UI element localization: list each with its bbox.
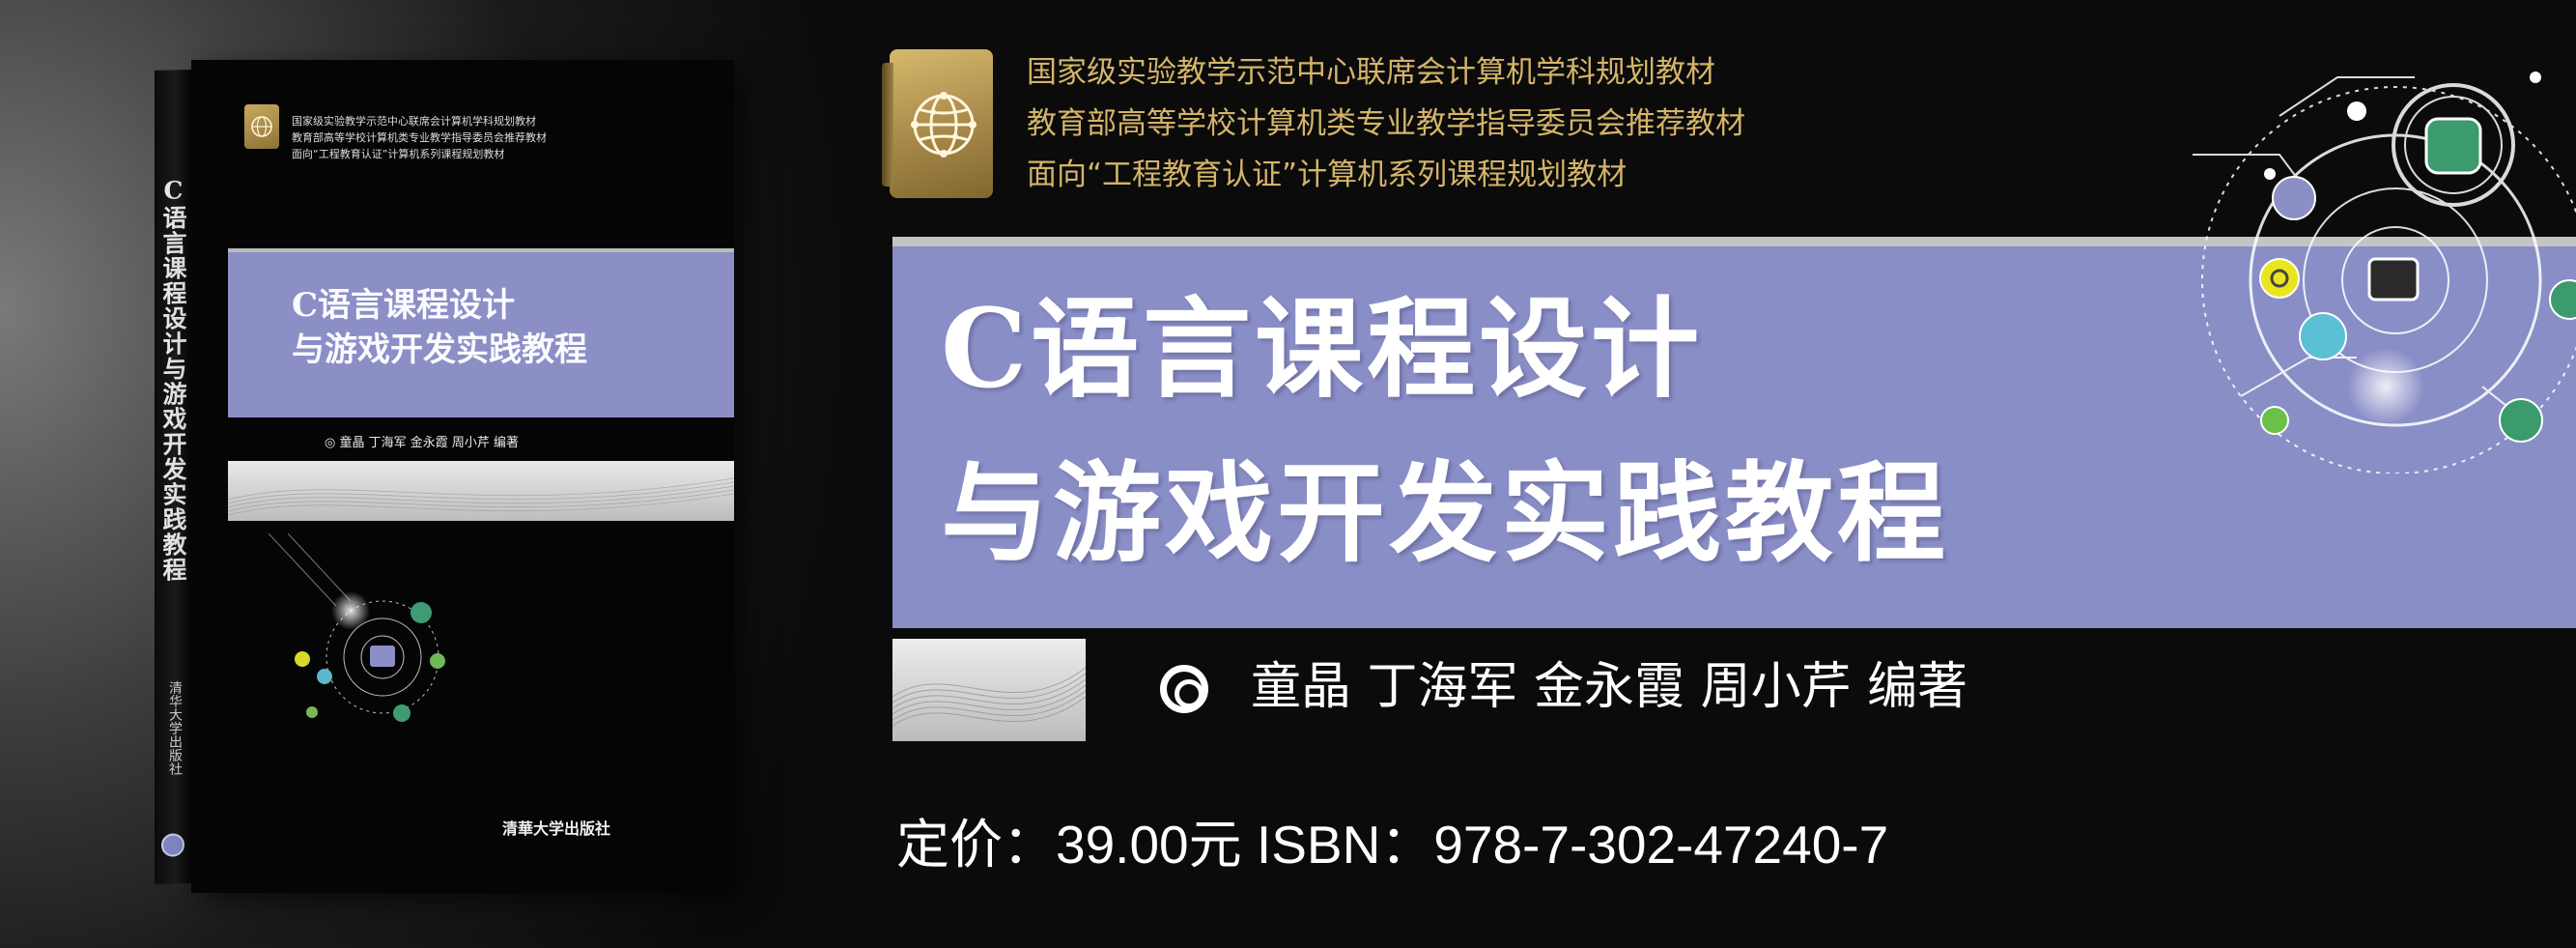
target-icon [1160, 665, 1208, 713]
cover-publisher: 清華大学出版社 [502, 819, 611, 838]
wave-pattern [892, 639, 1086, 741]
cover-network-graphic [268, 532, 520, 746]
series-line-2: 教育部高等学校计算机类专业教学指导委员会推荐教材 [1027, 106, 1745, 141]
cover-title-line1: C语言课程设计 [292, 286, 516, 325]
cover-series-logo-icon [244, 104, 279, 149]
price-isbn: 定价：39.00元 ISBN：978-7-302-47240-7 [896, 815, 1889, 875]
title-line1: C语言课程设计 [941, 286, 1704, 413]
publisher-logo-icon [161, 833, 184, 857]
cover-series-line: 面向“工程教育认证”计算机系列课程规划教材 [292, 148, 505, 160]
series-line-3: 面向“工程教育认证”计算机系列课程规划教材 [1027, 158, 1628, 192]
spine-title: C语言课程设计与游戏开发实践教程 [159, 176, 187, 583]
spine-publisher: 清华大学出版社 [167, 680, 183, 776]
network-circuit-graphic [2164, 19, 2576, 474]
cover-title-band: C语言课程设计 与游戏开发实践教程 [228, 248, 734, 417]
series-line-1: 国家级实验教学示范中心联席会计算机学科规划教材 [1027, 55, 1715, 90]
book-cover: 国家级实验教学示范中心联席会计算机学科规划教材 教育部高等学校计算机类专业教学指… [191, 60, 734, 893]
book-spine: C语言课程设计与游戏开发实践教程 清华大学出版社 [155, 70, 191, 884]
globe-book-icon [882, 49, 993, 198]
cover-wave-pattern [228, 461, 734, 521]
cover-title-line2: 与游戏开发实践教程 [292, 330, 587, 369]
book-mockup: C语言课程设计与游戏开发实践教程 清华大学出版社 国家级实验教学示范中心联席会计… [155, 60, 734, 893]
cover-series-line: 国家级实验教学示范中心联席会计算机学科规划教材 [292, 115, 536, 128]
cover-series-list: 国家级实验教学示范中心联席会计算机学科规划教材 教育部高等学校计算机类专业教学指… [292, 113, 547, 162]
title-line2: 与游戏开发实践教程 [941, 450, 1949, 577]
cover-title: C语言课程设计 与游戏开发实践教程 [292, 283, 587, 372]
cover-authors: ◎ 童晶 丁海军 金永霞 周小芹 编著 [325, 436, 520, 450]
cover-series-line: 教育部高等学校计算机类专业教学指导委员会推荐教材 [292, 131, 547, 144]
authors: 童晶 丁海军 金永霞 周小芹 编著 [1251, 658, 1968, 716]
